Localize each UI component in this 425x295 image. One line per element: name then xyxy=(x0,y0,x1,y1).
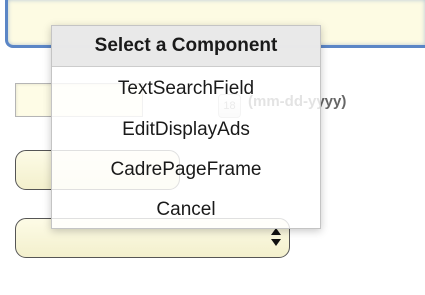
select-component-popup: Select a Component TextSearchField EditD… xyxy=(51,25,321,229)
menu-item-cancel[interactable]: Cancel xyxy=(52,190,320,230)
menu-item-cadrepageframe[interactable]: CadrePageFrame xyxy=(52,150,320,190)
menu-item-editdisplayads[interactable]: EditDisplayAds xyxy=(52,110,320,150)
popup-title: Select a Component xyxy=(52,26,320,67)
up-down-arrows-icon xyxy=(271,227,281,249)
menu-item-textsearchfield[interactable]: TextSearchField xyxy=(52,67,320,110)
